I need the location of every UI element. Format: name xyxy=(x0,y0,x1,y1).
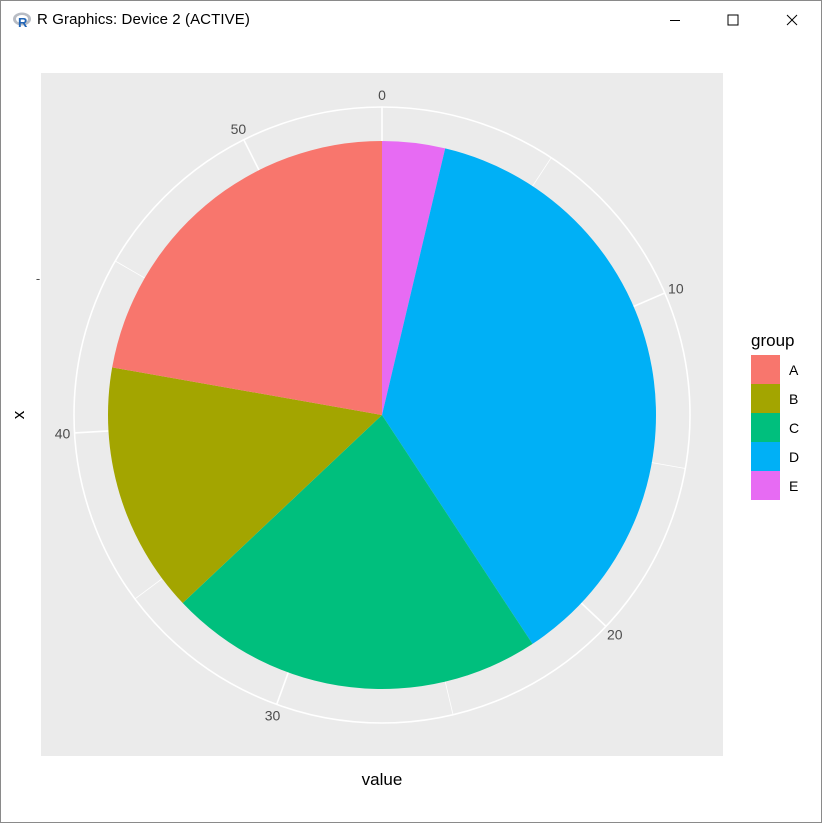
legend-key-b xyxy=(751,384,780,413)
legend-key-a xyxy=(751,355,780,384)
legend-key-d xyxy=(751,442,780,471)
close-icon xyxy=(786,14,798,26)
legend-label: B xyxy=(789,391,798,407)
theta-tick-label: 10 xyxy=(668,280,684,296)
minimize-icon xyxy=(670,20,680,21)
legend-label: E xyxy=(789,478,798,494)
r-logo-icon: R xyxy=(13,12,31,29)
legend-title: group xyxy=(751,331,794,350)
close-button[interactable] xyxy=(763,1,821,39)
legend-label: A xyxy=(789,362,799,378)
minimize-button[interactable] xyxy=(646,1,704,39)
title-bar[interactable]: R R Graphics: Device 2 (ACTIVE) xyxy=(1,1,821,39)
theta-tick-label: 40 xyxy=(55,426,71,442)
legend-key-e xyxy=(751,471,780,500)
maximize-button[interactable] xyxy=(704,1,762,39)
theta-tick-label: 20 xyxy=(607,627,623,643)
y-tick-label: - xyxy=(36,271,40,286)
legend-label: D xyxy=(789,449,799,465)
theta-tick-label: 30 xyxy=(265,708,281,724)
theta-tick-label: 0 xyxy=(378,87,386,103)
svg-text:R: R xyxy=(18,15,28,29)
axis-title-y: x xyxy=(9,410,28,419)
maximize-icon xyxy=(727,14,739,26)
pie-chart: 0 10 20 30 40 50 value x - group ABCDE xyxy=(9,73,799,789)
legend-key-c xyxy=(751,413,780,442)
axis-title-x: value xyxy=(362,770,403,789)
r-graphics-window: R R Graphics: Device 2 (ACTIVE) 0 10 20 30 4… xyxy=(0,0,822,823)
window-title: R Graphics: Device 2 (ACTIVE) xyxy=(37,11,250,28)
plot-area: 0 10 20 30 40 50 value x - group ABCDE xyxy=(1,39,821,822)
legend-label: C xyxy=(789,420,799,436)
theta-tick-label: 50 xyxy=(231,121,247,137)
